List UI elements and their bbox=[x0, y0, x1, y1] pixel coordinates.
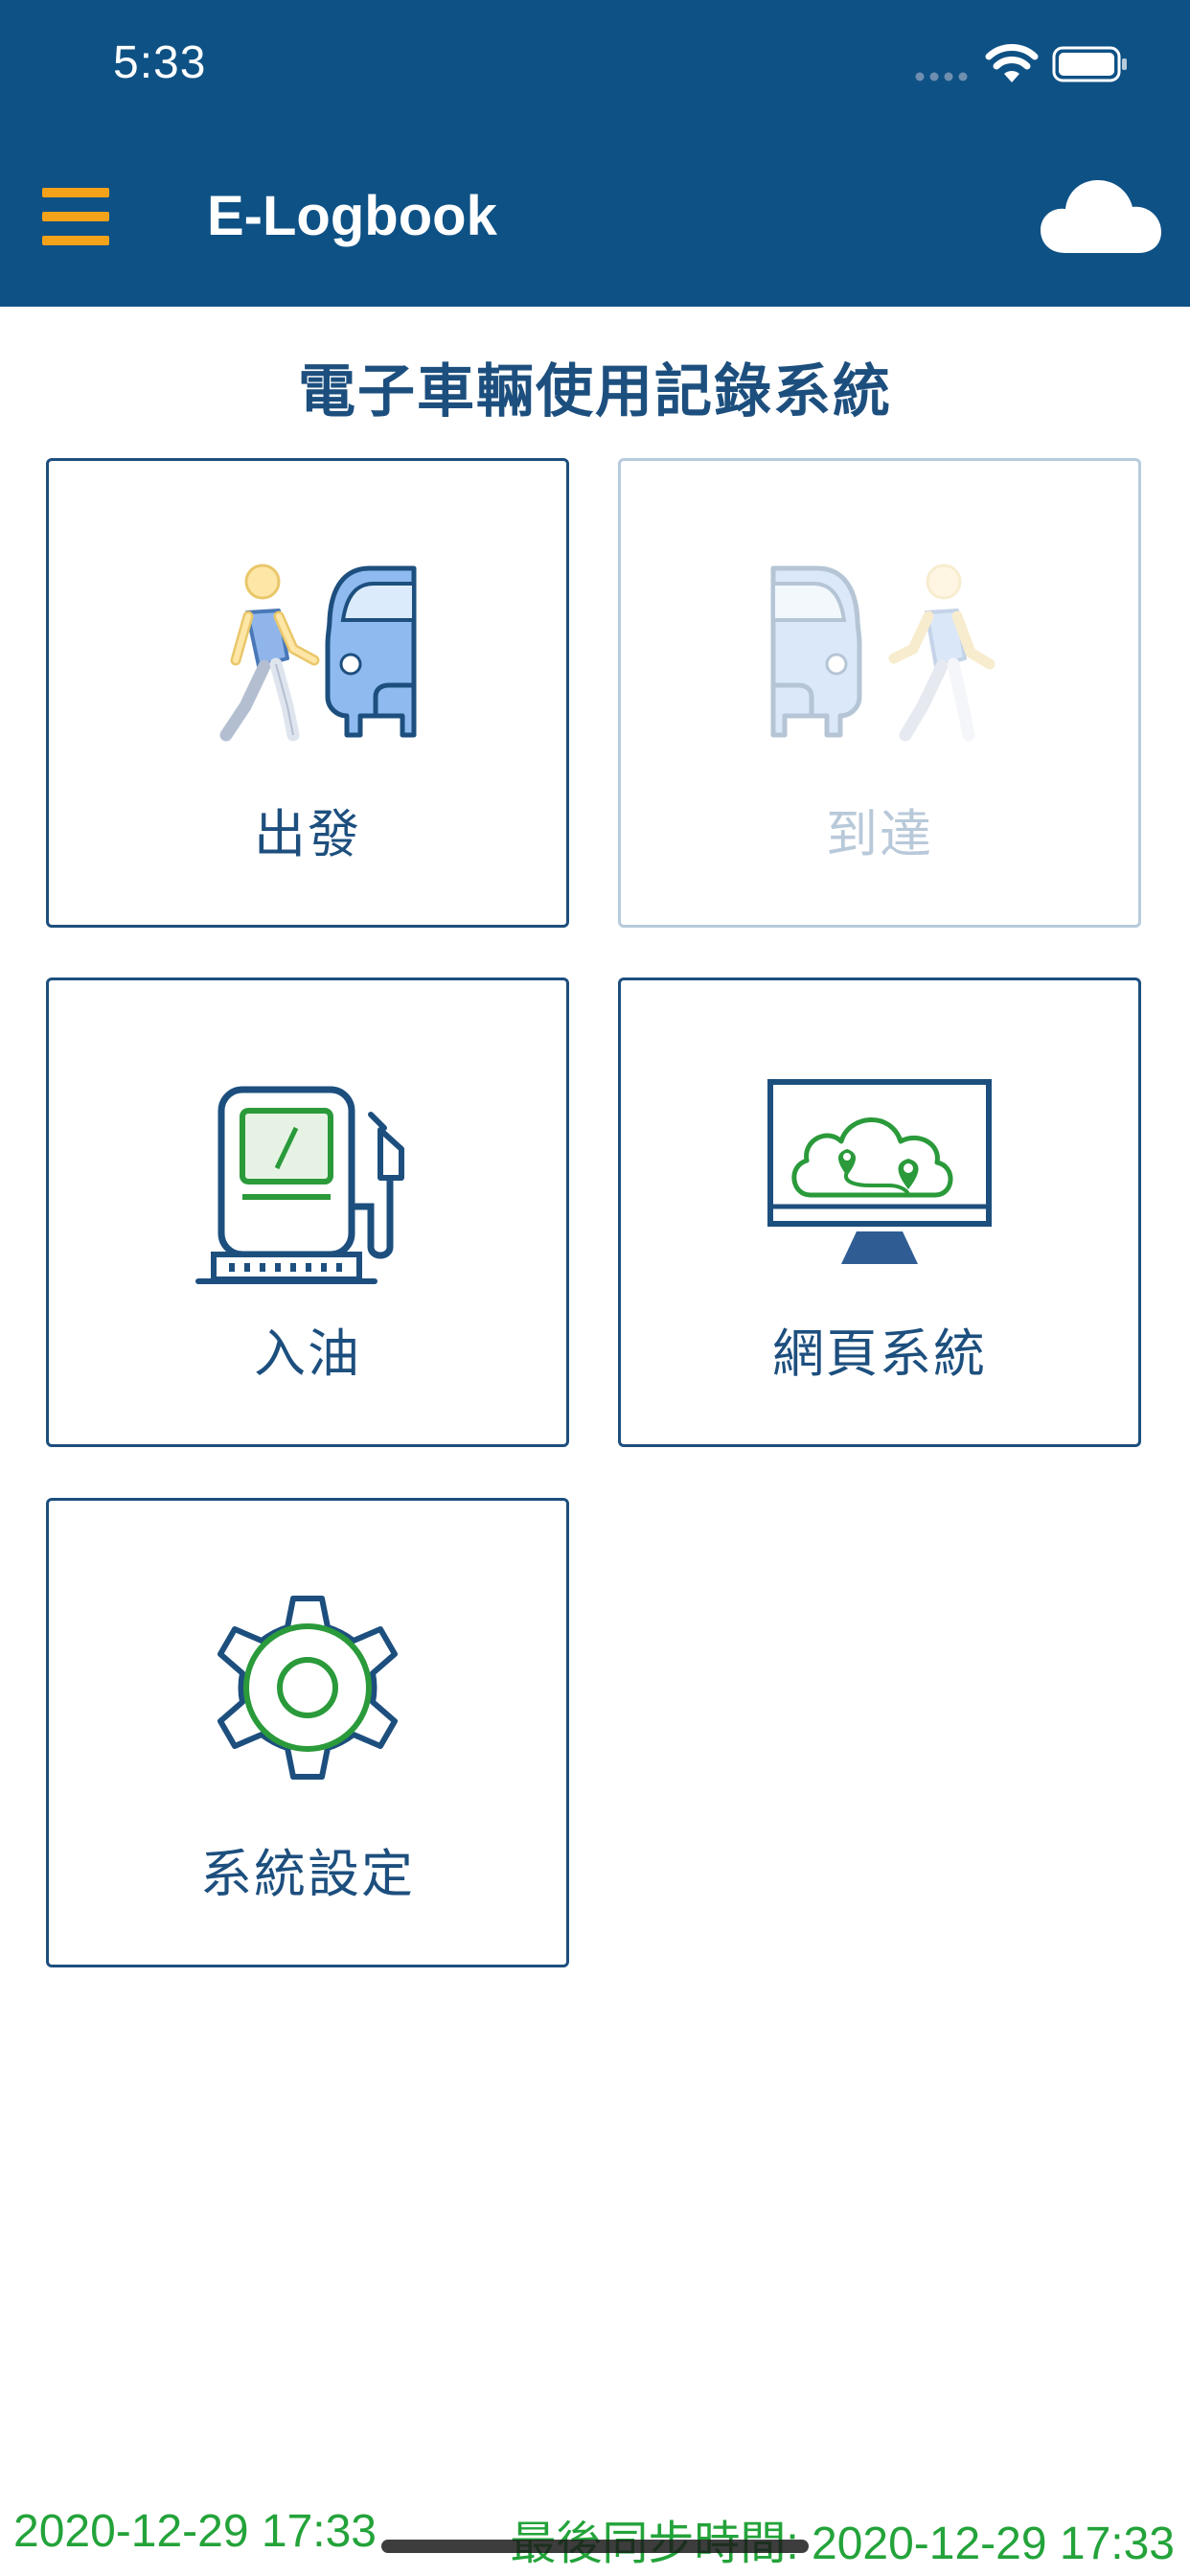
fuel-pump-icon bbox=[195, 1086, 404, 1284]
hamburger-menu-icon[interactable] bbox=[42, 188, 109, 245]
app-title: E-Logbook bbox=[207, 185, 497, 247]
top-bar: 5:33 E-Logbook bbox=[0, 0, 1190, 307]
home-indicator[interactable] bbox=[381, 2540, 809, 2553]
arrive-label: 到達 bbox=[826, 804, 933, 864]
web-system-label: 網頁系統 bbox=[772, 1323, 987, 1384]
gear-icon bbox=[217, 1596, 398, 1780]
battery-icon bbox=[1052, 46, 1127, 82]
settings-label: 系統設定 bbox=[200, 1844, 415, 1904]
wifi-icon bbox=[985, 44, 1039, 82]
footer-timestamp: 2020-12-29 17:33 bbox=[13, 2506, 377, 2557]
walk-to-car-icon bbox=[219, 564, 417, 742]
depart-label: 出發 bbox=[254, 804, 361, 864]
settings-button[interactable]: 系統設定 bbox=[46, 1498, 569, 1967]
app-screen: 5:33 E-Logbook 電子車輛使用記錄系統 出發 到達 入油 網頁系統 … bbox=[0, 0, 1190, 2576]
web-monitor-map-icon bbox=[767, 1079, 992, 1264]
status-time: 5:33 bbox=[113, 37, 207, 88]
page-title: 電子車輛使用記錄系統 bbox=[298, 358, 892, 426]
depart-button[interactable]: 出發 bbox=[46, 458, 569, 928]
walk-from-car-icon bbox=[770, 564, 995, 742]
fuel-label: 入油 bbox=[254, 1323, 361, 1384]
cellular-signal-icon bbox=[915, 72, 968, 81]
web-system-button[interactable]: 網頁系統 bbox=[618, 978, 1141, 1447]
last-sync-text: 最後同步時間: 2020-12-29 17:33 bbox=[510, 2518, 1175, 2569]
cloud-icon[interactable] bbox=[1039, 172, 1163, 259]
fuel-button[interactable]: 入油 bbox=[46, 978, 569, 1447]
arrive-button[interactable]: 到達 bbox=[618, 458, 1141, 928]
